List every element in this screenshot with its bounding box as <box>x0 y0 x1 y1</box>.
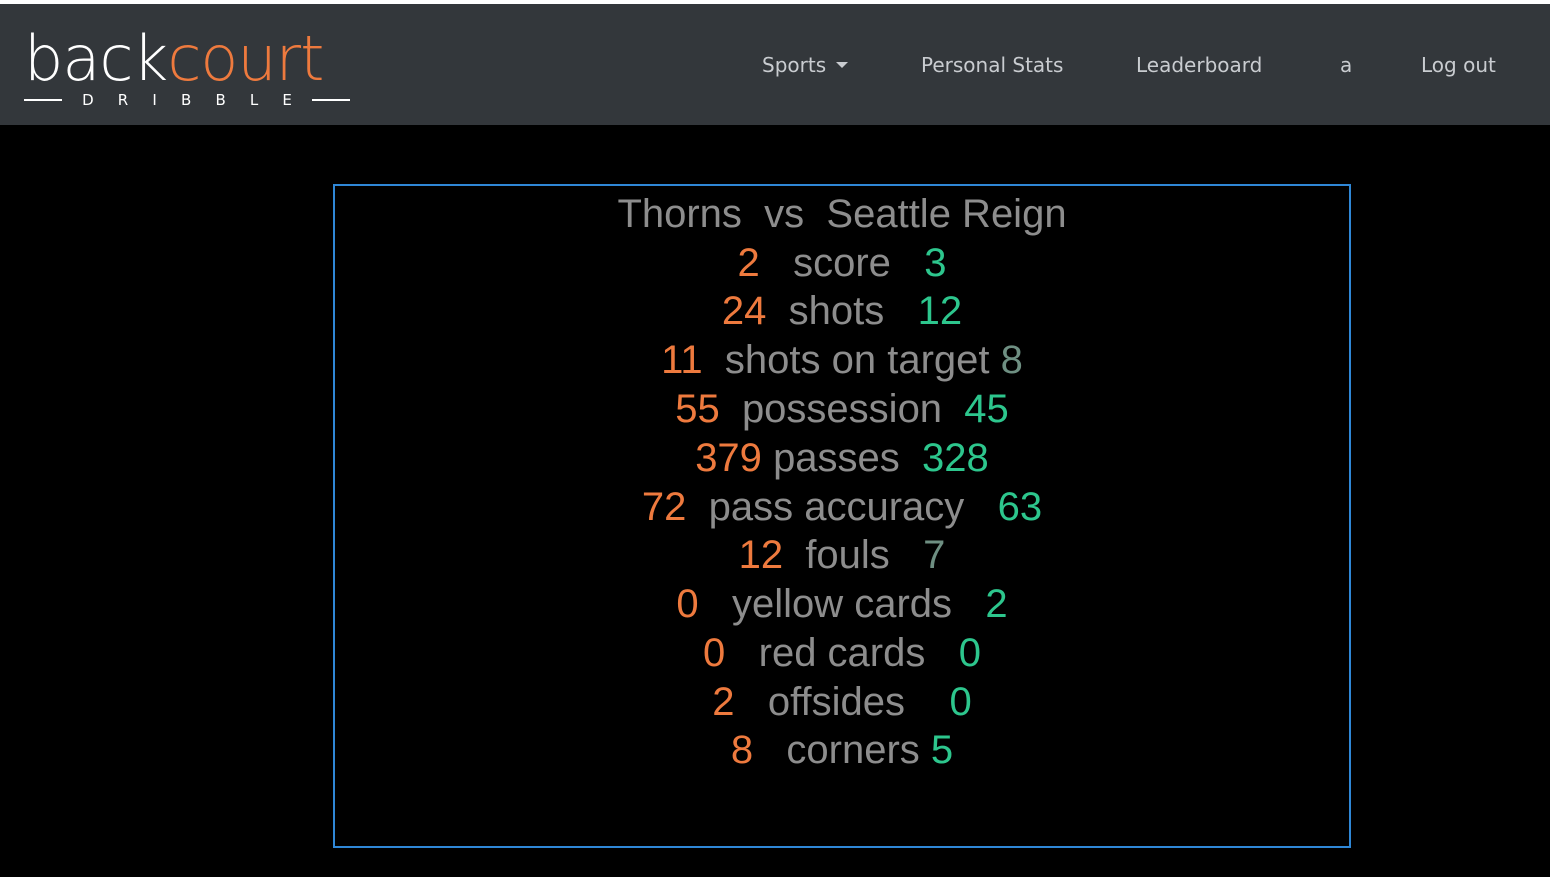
home-value: 72 <box>641 485 687 529</box>
stat-label: possession <box>741 387 943 431</box>
logo-letter: L <box>249 91 259 109</box>
backcourt-dribble-logo[interactable]: backcourt D R I B B L E <box>24 24 354 116</box>
stat-row-score: 2 score 3 <box>335 239 1349 287</box>
match-stats-panel: Thorns vs Seattle Reign 2 score 3 24 sho… <box>333 184 1351 848</box>
away-value: 0 <box>958 631 981 675</box>
logo-word-court: court <box>167 22 324 95</box>
nav-sports-label: Sports <box>762 53 827 77</box>
home-value: 55 <box>675 387 720 431</box>
nav-user[interactable]: a <box>1340 50 1352 80</box>
logo-subtitle: D R I B B L E <box>24 90 350 110</box>
logo-line-right <box>312 99 350 101</box>
stat-label: shots on target <box>724 338 990 382</box>
stat-row-yellow-cards: 0 yellow cards 2 <box>335 580 1349 628</box>
stat-row-shots-on-target: 11 shots on target 8 <box>335 336 1349 384</box>
stat-label: passes <box>773 436 900 480</box>
nav-logout[interactable]: Log out <box>1421 50 1496 80</box>
logo-letters: D R I B B L E <box>62 91 312 109</box>
away-value: 8 <box>1000 338 1023 382</box>
vs-label: vs <box>764 192 805 236</box>
stat-row-possession: 55 possession 45 <box>335 385 1349 433</box>
stat-label: corners <box>786 728 920 772</box>
stat-row-shots: 24 shots 12 <box>335 287 1349 335</box>
home-value: 8 <box>730 728 754 772</box>
away-value: 63 <box>997 485 1043 529</box>
stat-row-corners: 8 corners 5 <box>335 726 1349 774</box>
logo-letter: D <box>82 91 94 109</box>
caret-down-icon <box>836 61 849 68</box>
away-value: 5 <box>930 728 954 772</box>
stat-row-fouls: 12 fouls 7 <box>335 531 1349 579</box>
away-value: 2 <box>985 582 1008 626</box>
stat-row-passes: 379 passes 328 <box>335 434 1349 482</box>
away-value: 328 <box>922 436 989 480</box>
logo-letter: E <box>282 91 292 109</box>
home-value: 379 <box>695 436 762 480</box>
home-value: 11 <box>661 338 703 382</box>
stat-label: pass accuracy <box>708 485 965 529</box>
logo-letter: B <box>215 91 226 109</box>
stat-row-pass-accuracy: 72 pass accuracy 63 <box>335 483 1349 531</box>
logo-wordmark: backcourt <box>24 22 324 95</box>
logo-letter: I <box>152 91 157 109</box>
stat-label: red cards <box>758 631 926 675</box>
logo-line-left <box>24 99 62 101</box>
match-title: Thorns vs Seattle Reign <box>335 190 1349 238</box>
navbar: backcourt D R I B B L E Sports Personal … <box>0 4 1550 125</box>
away-team-name: Seattle Reign <box>826 192 1067 236</box>
home-value: 24 <box>721 289 767 333</box>
logo-letter: R <box>117 91 129 109</box>
stat-label: offsides <box>767 680 906 724</box>
nav-sports-dropdown[interactable]: Sports <box>762 50 849 80</box>
stat-label: fouls <box>805 533 890 577</box>
away-value: 0 <box>949 680 972 724</box>
stat-label: shots <box>788 289 885 333</box>
away-value: 12 <box>917 289 963 333</box>
logo-word-back: back <box>24 22 168 95</box>
away-value: 3 <box>924 241 947 285</box>
home-value: 0 <box>703 631 726 675</box>
home-team-name: Thorns <box>617 192 742 236</box>
logo-letter: B <box>180 91 192 109</box>
home-value: 2 <box>712 680 735 724</box>
stat-label: score <box>793 241 891 285</box>
away-value: 7 <box>923 533 946 577</box>
stat-row-red-cards: 0 red cards 0 <box>335 629 1349 677</box>
home-value: 2 <box>737 241 760 285</box>
away-value: 45 <box>964 387 1009 431</box>
home-value: 12 <box>738 533 784 577</box>
home-value: 0 <box>676 582 699 626</box>
stat-label: yellow cards <box>731 582 953 626</box>
nav-personal-stats[interactable]: Personal Stats <box>921 50 1063 80</box>
stat-row-offsides: 2 offsides 0 <box>335 678 1349 726</box>
nav-leaderboard[interactable]: Leaderboard <box>1136 50 1262 80</box>
